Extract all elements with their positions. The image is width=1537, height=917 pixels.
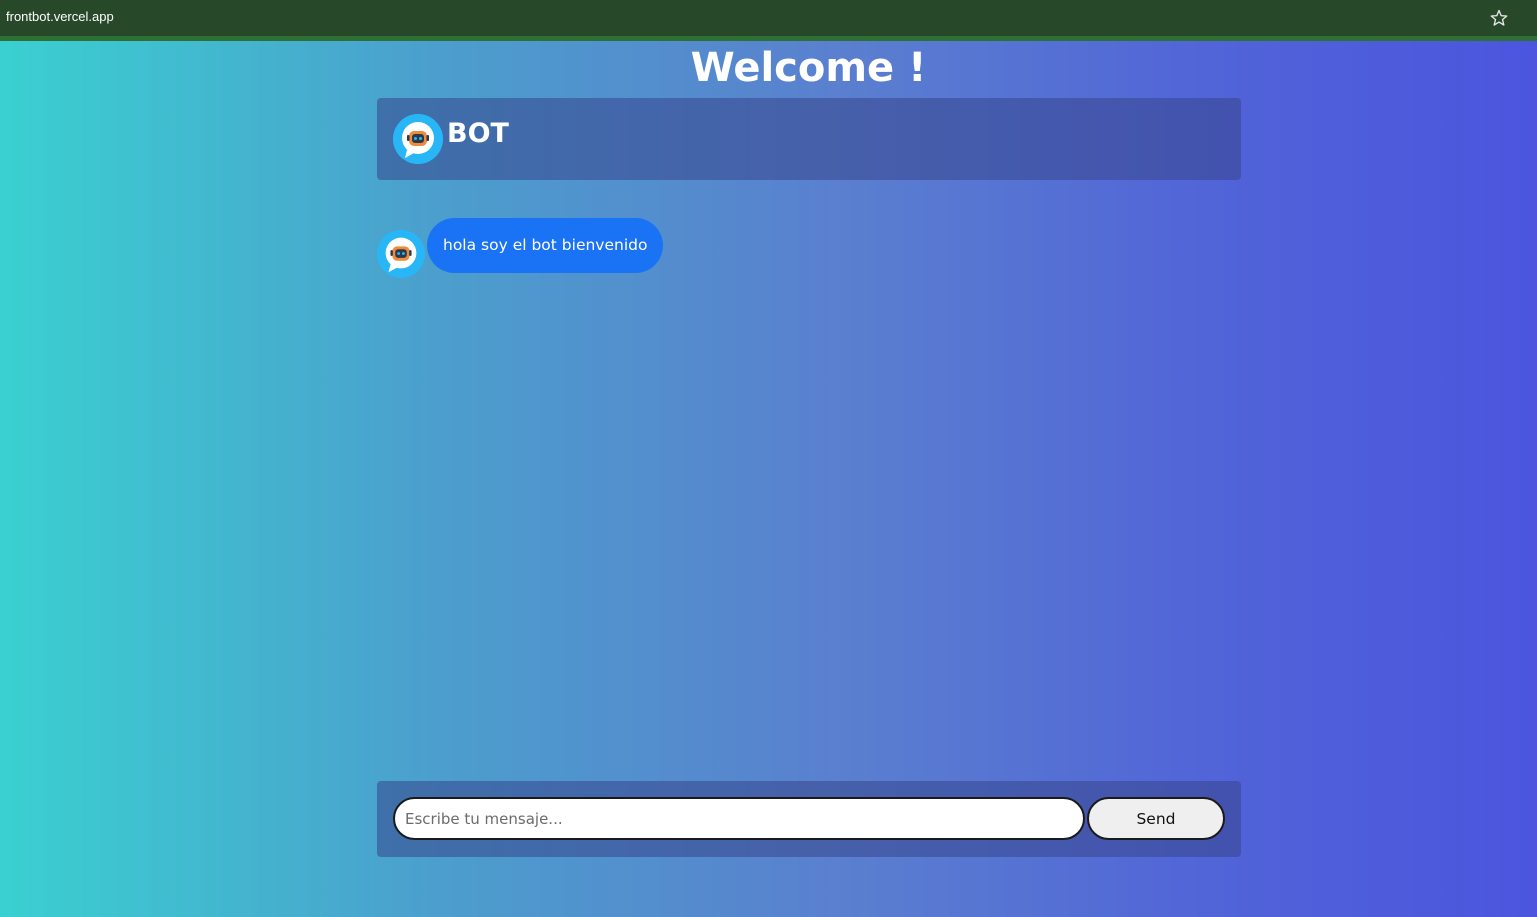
message-avatar — [377, 230, 425, 278]
url-text[interactable]: frontbot.vercel.app — [6, 9, 114, 24]
robot-chat-icon — [377, 230, 425, 278]
page-title: Welcome ! — [690, 45, 927, 91]
robot-chat-icon — [393, 114, 443, 164]
bot-name: BOT — [447, 118, 509, 149]
browser-address-bar: frontbot.vercel.app — [0, 0, 1537, 41]
message-input[interactable] — [393, 797, 1085, 840]
message-row: hola soy el bot bienvenido — [377, 218, 777, 278]
chat-header: BOT — [377, 98, 1241, 180]
chat-page: Welcome ! BOT hola soy el bot bienvenido… — [0, 41, 1537, 917]
message-composer: Send — [377, 781, 1241, 857]
bot-avatar — [393, 114, 443, 164]
star-icon[interactable] — [1489, 8, 1509, 28]
bot-message-bubble: hola soy el bot bienvenido — [427, 218, 664, 273]
send-button[interactable]: Send — [1087, 797, 1225, 840]
